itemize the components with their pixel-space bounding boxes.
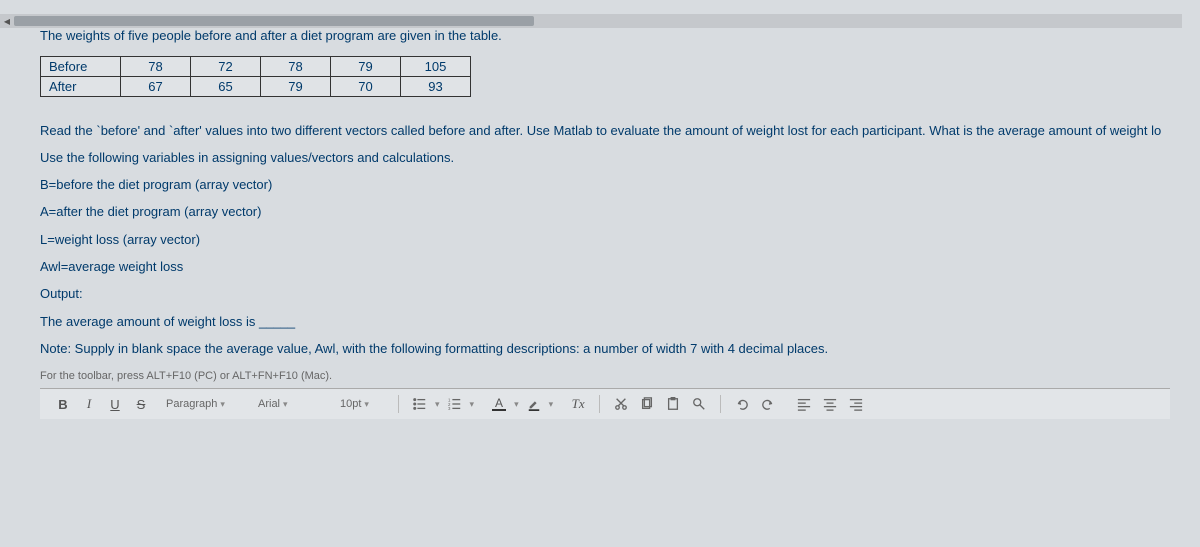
- align-center-button[interactable]: [819, 393, 841, 415]
- undo-button[interactable]: [731, 393, 753, 415]
- instruction-line: Use the following variables in assigning…: [40, 144, 1170, 171]
- bold-button[interactable]: B: [52, 393, 74, 415]
- instruction-block: Read the `before' and `after' values int…: [40, 117, 1170, 363]
- italic-button[interactable]: I: [78, 393, 100, 415]
- cut-button[interactable]: [610, 393, 632, 415]
- chevron-down-icon: ▾: [283, 399, 288, 410]
- cell: 79: [331, 56, 401, 76]
- instruction-line: B=before the diet program (array vector): [40, 171, 1170, 198]
- font-select-label: Arial: [258, 398, 280, 410]
- instruction-line: A=after the diet program (array vector): [40, 198, 1170, 225]
- copy-button[interactable]: [636, 393, 658, 415]
- highlight-color-button[interactable]: [523, 393, 545, 415]
- table-row: Before 78 72 78 79 105: [41, 56, 471, 76]
- numbered-list-icon: 123: [448, 397, 462, 411]
- chevron-down-icon: ▾: [364, 399, 369, 410]
- text-color-button[interactable]: A: [488, 393, 510, 415]
- scissors-icon: [614, 397, 628, 411]
- table-row: After 67 65 79 70 93: [41, 76, 471, 96]
- search-icon: [692, 397, 706, 411]
- strikethrough-button[interactable]: S: [130, 393, 152, 415]
- chevron-down-icon[interactable]: ▾: [549, 399, 554, 410]
- row-label-after: After: [41, 76, 121, 96]
- find-button[interactable]: [688, 393, 710, 415]
- cell: 79: [261, 76, 331, 96]
- align-center-icon: [823, 397, 837, 411]
- font-select[interactable]: Arial ▾: [252, 396, 332, 412]
- toolbar-hint: For the toolbar, press ALT+F10 (PC) or A…: [40, 370, 1170, 382]
- numbered-list-button[interactable]: 123: [444, 393, 466, 415]
- highlight-icon: [527, 397, 541, 411]
- cell: 65: [191, 76, 261, 96]
- text-color-swatch: [492, 409, 506, 411]
- separator: [720, 395, 721, 413]
- undo-icon: [735, 397, 749, 411]
- clear-formatting-button[interactable]: Tx: [567, 393, 589, 415]
- instruction-line: The average amount of weight loss is ___…: [40, 308, 1170, 335]
- bullet-list-button[interactable]: [409, 393, 431, 415]
- bullet-list-icon: [413, 397, 427, 411]
- instruction-line: L=weight loss (array vector): [40, 226, 1170, 253]
- text-color-label: A: [495, 397, 503, 409]
- cell: 78: [261, 56, 331, 76]
- scroll-left-arrow[interactable]: ◀: [0, 14, 14, 28]
- weights-table: Before 78 72 78 79 105 After 67 65 79 70…: [40, 56, 471, 97]
- align-left-button[interactable]: [793, 393, 815, 415]
- instruction-line: Read the `before' and `after' values int…: [40, 117, 1170, 144]
- chevron-down-icon: ▾: [220, 399, 225, 410]
- font-size-select[interactable]: 10pt ▾: [334, 396, 394, 412]
- redo-icon: [761, 397, 775, 411]
- cell: 70: [331, 76, 401, 96]
- intro-text: The weights of five people before and af…: [40, 26, 1170, 46]
- redo-button[interactable]: [757, 393, 779, 415]
- clipboard-icon: [666, 397, 680, 411]
- chevron-down-icon[interactable]: ▾: [435, 399, 440, 410]
- editor-toolbar: B I U S Paragraph ▾ Arial ▾ 10pt ▾ ▾ 123: [40, 388, 1170, 419]
- separator: [398, 395, 399, 413]
- cell: 105: [401, 56, 471, 76]
- scrollbar-thumb[interactable]: [14, 16, 534, 26]
- chevron-down-icon[interactable]: ▾: [470, 399, 475, 410]
- instruction-line: Awl=average weight loss: [40, 253, 1170, 280]
- cell: 93: [401, 76, 471, 96]
- row-label-before: Before: [41, 56, 121, 76]
- underline-button[interactable]: U: [104, 393, 126, 415]
- copy-icon: [640, 397, 654, 411]
- separator: [599, 395, 600, 413]
- paste-button[interactable]: [662, 393, 684, 415]
- cell: 78: [121, 56, 191, 76]
- clear-format-label: Tx: [572, 396, 585, 412]
- paragraph-select[interactable]: Paragraph ▾: [160, 396, 250, 412]
- align-left-icon: [797, 397, 811, 411]
- paragraph-select-label: Paragraph: [166, 398, 217, 410]
- instruction-line: Output:: [40, 280, 1170, 307]
- align-right-icon: [849, 397, 863, 411]
- align-right-button[interactable]: [845, 393, 867, 415]
- instruction-line: Note: Supply in blank space the average …: [40, 335, 1170, 362]
- cell: 67: [121, 76, 191, 96]
- cell: 72: [191, 56, 261, 76]
- font-size-label: 10pt: [340, 398, 361, 410]
- horizontal-scrollbar[interactable]: ◀: [0, 14, 1182, 28]
- chevron-down-icon[interactable]: ▾: [514, 399, 519, 410]
- svg-text:3: 3: [448, 406, 451, 411]
